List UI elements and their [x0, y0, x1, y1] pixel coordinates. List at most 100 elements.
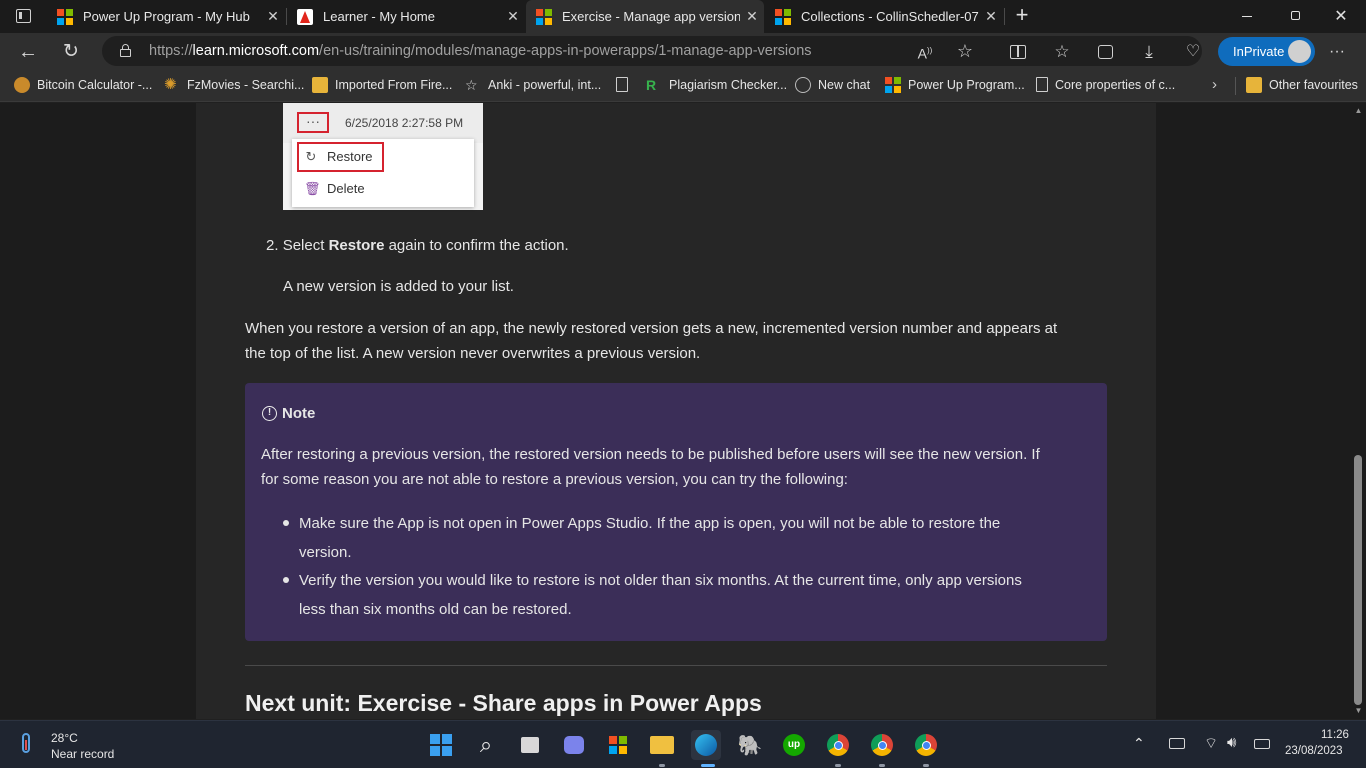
tab-learner-home[interactable]: Learner - My Home ✕: [287, 0, 525, 33]
bullet-dot: [283, 577, 289, 583]
favorites-icon[interactable]: ☆: [1051, 41, 1073, 63]
microsoft-logo-icon: [536, 8, 552, 25]
edge-browser-icon[interactable]: [691, 730, 721, 760]
clock-time[interactable]: 11:26: [1321, 729, 1349, 741]
tab-strip: Power Up Program - My Hub ✕ Learner - My…: [0, 0, 1366, 33]
volume-icon[interactable]: 🔊︎: [1227, 734, 1236, 751]
task-view-icon[interactable]: [515, 730, 545, 760]
favorite-bitcoin-calculator[interactable]: Bitcoin Calculator -...: [14, 77, 152, 93]
tab-power-up-hub[interactable]: Power Up Program - My Hub ✕: [47, 0, 285, 33]
fzmovies-icon: ✺: [164, 76, 177, 93]
page-viewport: ··· 6/25/2018 2:27:58 PM ↻ Restore 🗑 Delet…: [0, 103, 1366, 719]
profile-avatar: [1288, 40, 1311, 63]
next-unit-heading[interactable]: Next unit: Exercise - Share apps in Powe…: [245, 690, 762, 717]
tab-title: Learner - My Home: [323, 9, 435, 24]
restore-window-button[interactable]: [1283, 8, 1307, 24]
chevron-right-icon[interactable]: ›: [1212, 76, 1217, 93]
tab-actions-icon[interactable]: [16, 9, 31, 23]
tab-title: Power Up Program - My Hub: [83, 9, 250, 24]
info-icon: !: [262, 406, 277, 421]
microsoft-logo-icon: [775, 8, 791, 25]
favorites-bar: Bitcoin Calculator -... ✺ FzMovies - Sear…: [0, 70, 1366, 102]
taskbar: 28°C Near record ⌕ 🐘 up ⌃ ⌔ 🔊︎ 11:26 23/…: [0, 720, 1366, 768]
favorite-core-properties[interactable]: Core properties of c...: [1036, 77, 1175, 92]
favorite-anki[interactable]: ☆ Anki - powerful, int...: [465, 77, 601, 93]
tab-exercise-manage-app-versions[interactable]: Exercise - Manage app versions i ✕: [526, 0, 764, 33]
note-line-1: After restoring a previous version, the …: [261, 446, 1040, 463]
favorite-untitled-document[interactable]: [616, 77, 635, 92]
windows-start-icon[interactable]: [426, 730, 456, 760]
adobe-logo-icon: [297, 8, 313, 25]
search-icon[interactable]: ⌕: [471, 730, 501, 760]
step-2: 2. Select Restore again to confirm the a…: [266, 237, 569, 254]
chrome-profile-j-icon[interactable]: [867, 730, 897, 760]
bullet-1-line-1: Make sure the App is not open in Power A…: [299, 515, 1001, 532]
weather-widget[interactable]: 28°C Near record: [18, 729, 128, 761]
folder-icon: [1246, 77, 1262, 93]
lock-icon[interactable]: [120, 44, 131, 57]
favorite-fzmovies[interactable]: ✺ FzMovies - Searchi...: [164, 77, 304, 93]
favorite-power-up-program[interactable]: Power Up Program...: [885, 77, 1025, 93]
version-timestamp: 6/25/2018 2:27:58 PM: [345, 116, 464, 130]
teams-chat-icon[interactable]: [559, 730, 589, 760]
refresh-icon[interactable]: ↻: [60, 41, 82, 63]
postgresql-icon[interactable]: 🐘: [735, 730, 765, 760]
menu-item-restore: ↻ Restore: [305, 148, 373, 164]
paragraph-line-2: the top of the list. A new version never…: [245, 345, 701, 362]
close-window-button[interactable]: ✕: [1329, 6, 1353, 26]
chevron-up-icon[interactable]: ⌃: [1133, 735, 1145, 752]
microsoft-logo-icon: [57, 8, 73, 25]
tab-title: Collections - CollinSchedler-0717: [801, 9, 979, 24]
url-text: https://learn.microsoft.com/en-us/traini…: [149, 43, 812, 59]
more-options-icon[interactable]: ···: [1326, 41, 1348, 63]
chatgpt-icon: [795, 77, 811, 93]
tab-close-icon[interactable]: ✕: [979, 8, 1003, 25]
scroll-down-arrow-icon[interactable]: ▼: [1352, 706, 1365, 718]
bullet-2-line-1: Verify the version you would like to res…: [299, 572, 1022, 589]
restore-icon: ↻: [305, 148, 317, 164]
favorite-plagiarism-checker[interactable]: R Plagiarism Checker...: [646, 77, 787, 93]
chrome-icon[interactable]: [823, 730, 853, 760]
file-explorer-icon[interactable]: [647, 730, 677, 760]
read-aloud-icon[interactable]: A)): [914, 40, 936, 62]
chrome-profile-y-icon[interactable]: [911, 730, 941, 760]
upwork-icon[interactable]: up: [779, 730, 809, 760]
favorite-imported-from-firefox[interactable]: Imported From Fire...: [312, 77, 452, 93]
document-icon: [616, 77, 628, 92]
tab-close-icon[interactable]: ✕: [261, 8, 285, 25]
split-screen-icon[interactable]: [1007, 41, 1029, 63]
trash-icon: 🗑: [304, 180, 321, 196]
browser-essentials-icon[interactable]: ♡: [1182, 41, 1204, 63]
bullet-dot: [283, 520, 289, 526]
address-bar[interactable]: https://learn.microsoft.com/en-us/traini…: [102, 36, 1202, 66]
new-tab-button[interactable]: +: [1011, 4, 1033, 28]
scroll-up-arrow-icon[interactable]: ▲: [1352, 106, 1365, 118]
favorite-other-favourites[interactable]: Other favourites: [1246, 77, 1358, 93]
menu-item-delete: 🗑 Delete: [304, 180, 365, 196]
tab-collections[interactable]: Collections - CollinSchedler-0717 ✕: [765, 0, 1003, 33]
minimize-button[interactable]: [1236, 8, 1260, 24]
clock-date[interactable]: 23/08/2023: [1285, 745, 1343, 757]
wifi-icon[interactable]: ⌔: [1204, 734, 1218, 753]
note-line-2: for some reason you are not able to rest…: [261, 471, 848, 488]
version-menu-screenshot: ··· 6/25/2018 2:27:58 PM ↻ Restore 🗑 Delet…: [283, 103, 483, 210]
inprivate-button[interactable]: InPrivate: [1218, 37, 1315, 66]
microsoft-store-icon[interactable]: [603, 730, 633, 760]
document-icon: [1036, 77, 1048, 92]
weather-desc: Near record: [51, 747, 115, 761]
favorite-new-chat[interactable]: New chat: [795, 77, 870, 93]
thermometer-icon: [22, 733, 30, 753]
downloads-icon[interactable]: ⤓: [1138, 41, 1160, 63]
back-arrow-icon[interactable]: ←: [17, 41, 39, 63]
plagiarism-icon: R: [646, 77, 657, 93]
collections-icon[interactable]: [1094, 41, 1116, 63]
folder-icon: [312, 77, 328, 93]
weather-temp: 28°C: [51, 731, 78, 745]
note-callout: ! Note After restoring a previous versio…: [245, 383, 1107, 641]
tab-close-icon[interactable]: ✕: [740, 8, 764, 25]
battery-icon[interactable]: [1254, 739, 1270, 749]
tab-close-icon[interactable]: ✕: [501, 8, 525, 25]
scrollbar-thumb[interactable]: [1354, 455, 1362, 705]
favorite-star-icon[interactable]: ☆: [954, 40, 976, 62]
keyboard-icon[interactable]: [1169, 738, 1185, 749]
